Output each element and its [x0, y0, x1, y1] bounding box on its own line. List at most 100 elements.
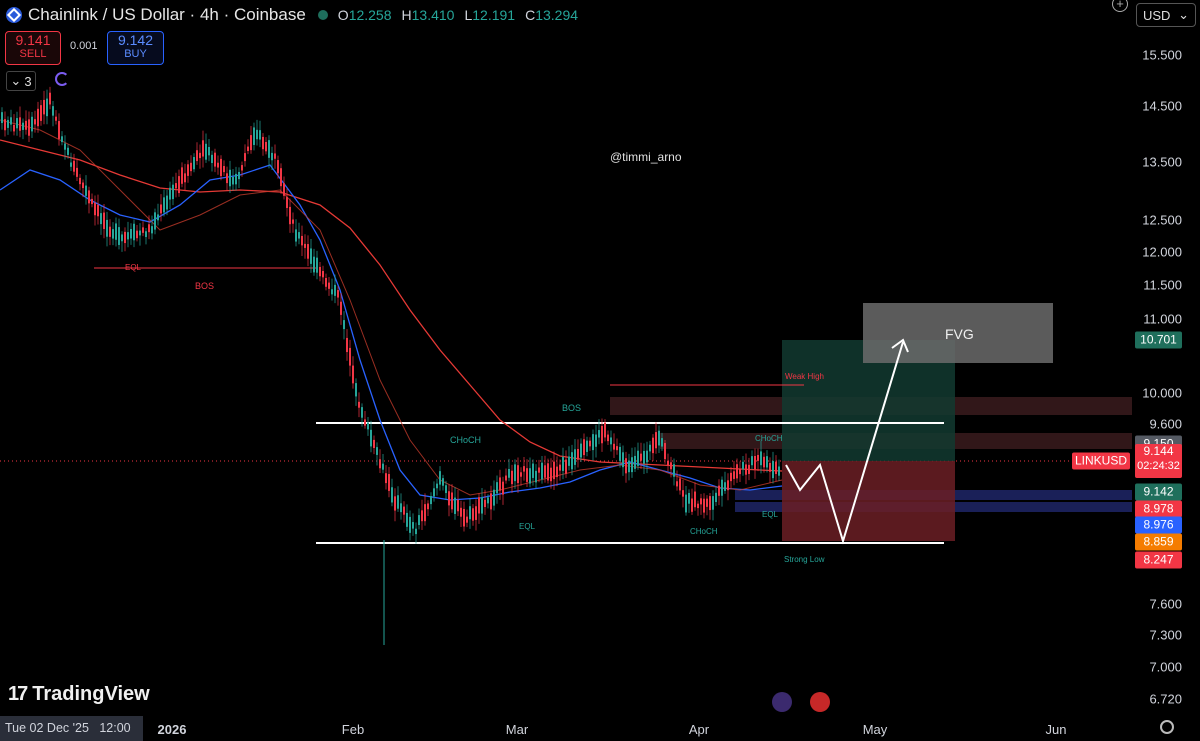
price-axis-label: 7.000 — [1149, 659, 1182, 675]
candle-body — [562, 456, 564, 471]
candle-body — [499, 477, 501, 491]
candle-body — [298, 232, 300, 239]
candlestick-series — [1, 86, 780, 645]
candle-body — [58, 121, 60, 139]
sell-button[interactable]: 9.141 SELL — [5, 31, 61, 65]
candle-body — [169, 187, 171, 200]
candle-body — [352, 365, 354, 384]
candle-body — [553, 461, 555, 480]
candle-body — [685, 494, 687, 513]
candle-body — [646, 450, 648, 463]
price-axis-label: 10.000 — [1142, 385, 1182, 401]
indicators-toggle[interactable]: ⌄ 3 — [6, 71, 36, 91]
candle-body — [250, 135, 252, 151]
weak-high-label: Weak High — [785, 372, 824, 381]
candle-body — [598, 430, 600, 438]
candle-body — [457, 499, 459, 512]
candle-body — [694, 491, 696, 508]
candle-body — [256, 129, 258, 140]
tradingview-logo[interactable]: 17 TradingView — [8, 683, 150, 706]
candle-body — [415, 528, 417, 535]
candle-body — [115, 223, 117, 240]
candle-body — [727, 480, 729, 491]
candle-body — [622, 452, 624, 468]
chart-canvas[interactable] — [0, 0, 1200, 741]
candle-body — [766, 456, 768, 468]
candle-body — [367, 422, 369, 430]
candle-body — [301, 235, 303, 246]
candle-body — [670, 462, 672, 470]
price-axis-label: 6.720 — [1149, 691, 1182, 707]
lightning-icon[interactable] — [772, 692, 792, 712]
candle-body — [91, 198, 93, 205]
candle-body — [349, 347, 351, 366]
candle-body — [607, 434, 609, 442]
market-status-icon[interactable] — [317, 10, 328, 20]
symbol-header[interactable]: Chainlink / US Dollar · 4h · Coinbase O1… — [6, 4, 578, 26]
candle-body — [706, 498, 708, 507]
candle-body — [283, 183, 285, 196]
candle-body — [742, 461, 744, 470]
candle-body — [475, 506, 477, 520]
candle-body — [85, 185, 87, 196]
candle-body — [163, 197, 165, 213]
candle-body — [37, 108, 39, 127]
time-axis-label: 2026 — [157, 722, 187, 737]
candle-body — [127, 232, 129, 240]
candle-body — [61, 136, 63, 143]
candle-body — [52, 106, 54, 116]
us-flag-icon[interactable] — [810, 692, 830, 712]
candle-body — [757, 454, 759, 461]
candle-body — [286, 197, 288, 208]
candle-body — [1, 112, 3, 124]
candle-body — [448, 491, 450, 506]
price-axis-label: 15.500 — [1142, 47, 1182, 63]
candle-body — [493, 489, 495, 506]
candle-body — [733, 471, 735, 479]
candle-body — [430, 496, 432, 505]
currency-selector[interactable]: USD ⌄ — [1136, 3, 1196, 27]
price-axis-label: 9.600 — [1149, 416, 1182, 432]
candle-body — [244, 153, 246, 162]
candle-body — [94, 202, 96, 216]
candle-body — [433, 488, 435, 497]
candle-body — [439, 471, 441, 485]
candle-body — [751, 456, 753, 466]
candle-body — [76, 167, 78, 177]
symbol-price-label: LINKUSD — [1072, 452, 1130, 470]
candle-body — [148, 224, 150, 233]
candle-body — [730, 472, 732, 482]
candle-body — [355, 383, 357, 397]
candle-body — [238, 171, 240, 180]
strong-low-label: Strong Low — [784, 555, 825, 564]
candle-body — [739, 468, 741, 475]
candle-body — [358, 401, 360, 408]
candle-body — [508, 468, 510, 478]
candle-body — [4, 119, 6, 131]
candle-body — [394, 496, 396, 511]
candle-body — [559, 464, 561, 471]
candle-body — [619, 446, 621, 461]
candle-body — [616, 446, 618, 451]
candle-body — [343, 320, 345, 330]
eql-label: EQL — [519, 522, 536, 531]
price-tag: 8.978 — [1135, 500, 1182, 518]
candle-body — [628, 460, 630, 473]
candle-body — [487, 497, 489, 504]
price-tag: 8.976 — [1135, 516, 1182, 534]
buy-button[interactable]: 9.142 BUY — [107, 31, 164, 65]
candle-body — [574, 449, 576, 465]
candle-body — [79, 177, 81, 185]
candle-body — [412, 522, 414, 529]
gear-icon[interactable] — [1160, 720, 1174, 734]
choch-label: CHoCH — [755, 434, 783, 443]
candle-body — [658, 430, 660, 446]
eql-label: EQL — [125, 263, 142, 272]
candle-body — [523, 466, 525, 472]
candle-body — [724, 482, 726, 491]
spread-value: 0.001 — [70, 40, 98, 52]
candle-body — [547, 463, 549, 481]
candle-body — [532, 463, 534, 478]
sync-icon[interactable] — [55, 72, 69, 86]
candle-body — [292, 219, 294, 224]
